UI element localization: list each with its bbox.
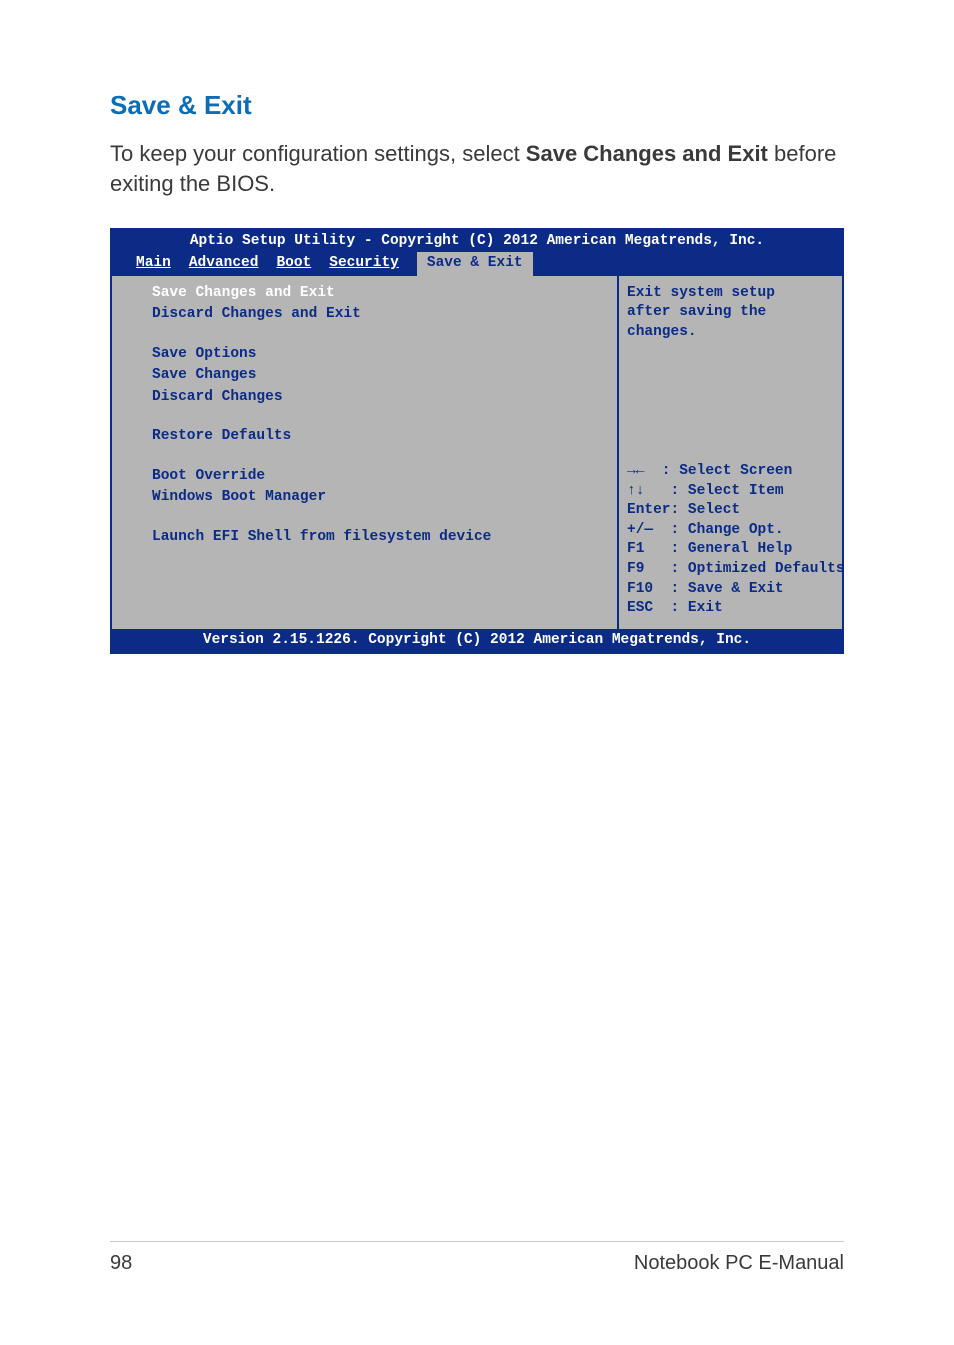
instruction-text-bold: Save Changes and Exit xyxy=(526,141,768,166)
bios-topbar: Aptio Setup Utility - Copyright (C) 2012… xyxy=(112,230,842,275)
bios-key-line: F1 : General Help xyxy=(627,540,836,560)
bios-item-selected[interactable]: Save Changes and Exit xyxy=(152,284,607,304)
bios-item[interactable]: Restore Defaults xyxy=(152,427,607,447)
bios-key-line: +/— : Change Opt. xyxy=(627,521,836,541)
bios-key-line: F10 : Save & Exit xyxy=(627,580,836,600)
bios-left-pane: Save Changes and Exit Discard Changes an… xyxy=(112,276,617,629)
bios-screenshot: Aptio Setup Utility - Copyright (C) 2012… xyxy=(110,228,844,654)
bios-item[interactable]: Save Changes xyxy=(152,366,607,386)
bios-help-line: changes. xyxy=(627,323,836,343)
bios-body: Save Changes and Exit Discard Changes an… xyxy=(112,276,842,629)
instruction-text-before: To keep your configuration settings, sel… xyxy=(110,141,526,166)
bios-item: Save Options xyxy=(152,345,607,365)
bios-tab-main[interactable]: Main xyxy=(136,254,181,276)
bios-help-line: after saving the xyxy=(627,303,836,323)
bios-tab-security[interactable]: Security xyxy=(329,254,409,276)
bios-tabs: Main Advanced Boot Security Save & Exit xyxy=(112,252,842,276)
bios-help-line: Exit system setup xyxy=(627,284,836,304)
bios-key-line: Enter: Select xyxy=(627,501,836,521)
bios-item[interactable]: Discard Changes xyxy=(152,388,607,408)
bios-item[interactable]: Discard Changes and Exit xyxy=(152,305,607,325)
page-number: 98 xyxy=(110,1252,132,1275)
bios-key-legend: →← : Select Screen ↑↓ : Select Item Ente… xyxy=(627,462,836,619)
instruction-paragraph: To keep your configuration settings, sel… xyxy=(110,139,844,198)
bios-item: Boot Override xyxy=(152,467,607,487)
bios-right-pane: Exit system setup after saving the chang… xyxy=(617,276,842,629)
doc-title: Notebook PC E-Manual xyxy=(634,1252,844,1275)
bios-tab-save-exit[interactable]: Save & Exit xyxy=(417,252,533,276)
bios-key-line: ESC : Exit xyxy=(627,599,836,619)
bios-item[interactable]: Launch EFI Shell from filesystem device xyxy=(152,528,607,548)
bios-tab-boot[interactable]: Boot xyxy=(276,254,321,276)
bios-help-text: Exit system setup after saving the chang… xyxy=(627,284,836,343)
bios-key-line: →← : Select Screen xyxy=(627,462,836,482)
bios-key-line: F9 : Optimized Defaults xyxy=(627,560,836,580)
bios-key-line: ↑↓ : Select Item xyxy=(627,482,836,502)
bios-footer: Version 2.15.1226. Copyright (C) 2012 Am… xyxy=(112,629,842,653)
bios-item[interactable]: Windows Boot Manager xyxy=(152,488,607,508)
bios-title: Aptio Setup Utility - Copyright (C) 2012… xyxy=(112,232,842,252)
page-footer: 98 Notebook PC E-Manual xyxy=(110,1241,844,1275)
section-heading: Save & Exit xyxy=(110,90,844,121)
bios-tab-advanced[interactable]: Advanced xyxy=(189,254,269,276)
